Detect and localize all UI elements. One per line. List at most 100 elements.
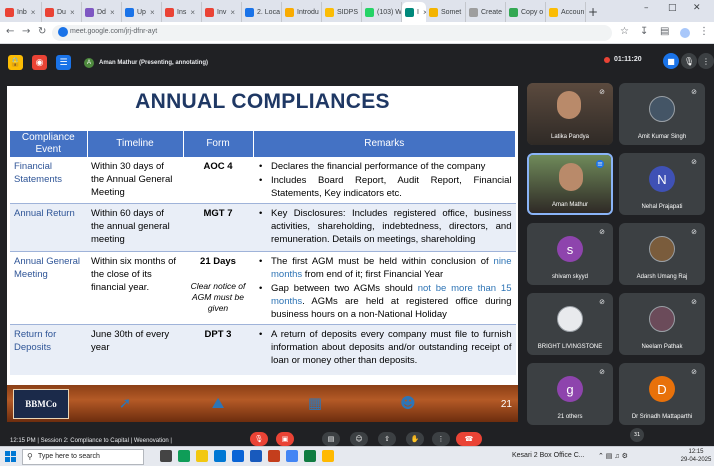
back-icon[interactable]: ←	[6, 26, 14, 37]
participant-tile[interactable]: ⊘ BRIGHT LIVINGSTONE	[527, 293, 613, 355]
browser-tab[interactable]: I ×	[402, 2, 426, 22]
tab-close-icon[interactable]: ×	[110, 8, 115, 17]
edge-icon[interactable]	[178, 450, 190, 462]
participant-avatar-photo	[649, 236, 675, 262]
powerpoint-icon[interactable]	[268, 450, 280, 462]
download-icon[interactable]: ↧	[640, 26, 648, 37]
form-cell: 21 Days Clear notice of AGM must be given	[183, 251, 253, 325]
mic-off-icon[interactable]: 🎙	[681, 53, 697, 69]
browser-tab[interactable]: Copy o×	[506, 2, 546, 22]
header-timeline: Timeline	[87, 131, 184, 157]
forward-icon[interactable]: →	[22, 26, 30, 37]
browser-tab[interactable]: SIDPS×	[322, 2, 362, 22]
timeline: Within 30 days of the Annual General Mee…	[87, 157, 183, 204]
muted-icon: ⊘	[691, 88, 697, 96]
bookmark-star-icon[interactable]: ☆	[620, 26, 629, 37]
excel-icon[interactable]	[304, 450, 316, 462]
minimize-window-button[interactable]: –	[644, 3, 649, 13]
header-form: Form	[183, 131, 254, 157]
participant-name: Latika Pandya	[550, 134, 590, 140]
more-actions-button[interactable]: ⋮	[432, 432, 450, 446]
participant-tile[interactable]: D ⊘ Dr Srinadh Mattaparthi	[619, 363, 705, 425]
browser-tab[interactable]: Dd ×	[82, 2, 122, 22]
tab-favicon-icon	[325, 7, 334, 17]
chrome-icon[interactable]	[286, 450, 298, 462]
word-icon[interactable]	[250, 450, 262, 462]
participant-name: BRIGHT LIVINGSTONE	[537, 344, 603, 350]
mail-icon[interactable]	[232, 450, 244, 462]
extensions-icon[interactable]: ▤	[660, 26, 669, 37]
form-cell: DPT 3	[183, 324, 253, 375]
tab-close-icon[interactable]: ×	[31, 8, 36, 17]
tab-close-icon[interactable]: ×	[190, 8, 195, 17]
lock-icon[interactable]: 🔒	[8, 55, 23, 70]
participant-tile[interactable]: ⊘ Amit Kumar Singh	[619, 83, 705, 145]
browser-tab[interactable]: Inb ×	[2, 2, 42, 22]
tab-close-icon[interactable]: ×	[70, 8, 75, 17]
more-options-icon[interactable]: ⋮	[698, 53, 714, 69]
tab-close-icon[interactable]: ×	[150, 8, 155, 17]
maximize-window-button[interactable]: □	[668, 3, 677, 13]
search-placeholder: Type here to search	[38, 453, 100, 460]
participant-tile[interactable]: s ⊘ shivam skyyd	[527, 223, 613, 285]
slide-number: 21	[500, 399, 512, 410]
remarks-cell: Declares the financial performance of th…	[253, 157, 516, 204]
task-view-icon[interactable]	[160, 450, 172, 462]
browser-menu-icon[interactable]: ⋮	[699, 26, 709, 37]
browser-tab[interactable]: Accoun×	[546, 2, 586, 22]
remark-text: Declares the financial performance of th…	[271, 161, 486, 172]
taskbar-clock[interactable]: 12:15 29-04-2025	[678, 448, 714, 464]
stop-presenting-button[interactable]: ■	[663, 53, 679, 69]
remark-text: The first AGM must be held within conclu…	[271, 256, 494, 267]
captions-button[interactable]: ▤	[322, 432, 340, 446]
reload-icon[interactable]: ↻	[38, 26, 46, 37]
browser-tab[interactable]: Somet×	[426, 2, 466, 22]
tab-favicon-icon	[205, 7, 214, 17]
tray-icons[interactable]: ⌃ ▤ ♫ ⚙	[598, 452, 628, 460]
camera-toggle-button[interactable]: ▣	[276, 432, 294, 446]
participant-tile[interactable]: g ⊘ 21 others	[527, 363, 613, 425]
participant-tile[interactable]: ⊘ Neelam Pathak	[619, 293, 705, 355]
browser-tab[interactable]: Up ×	[122, 2, 162, 22]
recording-dot-icon	[604, 56, 610, 63]
participant-initial-avatar: D	[649, 376, 675, 402]
participant-video-head	[559, 163, 583, 191]
participant-initial-avatar: s	[557, 236, 583, 262]
profile-avatar[interactable]	[680, 28, 690, 38]
browser-tab[interactable]: Du ×	[42, 2, 82, 22]
news-widget-text[interactable]: Kesari 2 Box Office C...	[512, 452, 585, 459]
site-info-icon[interactable]	[58, 27, 68, 37]
presenter-label: Aman Mathur (Presenting, annotating)	[99, 60, 209, 66]
emoji-button[interactable]: ☺	[350, 432, 368, 446]
present-button[interactable]: ⇧	[378, 432, 396, 446]
windows-start-icon[interactable]	[5, 451, 16, 462]
tab-close-icon[interactable]: ×	[230, 8, 235, 17]
participant-tile[interactable]: ⊘ Adarsh Umang Raj	[619, 223, 705, 285]
doc-icon[interactable]: ☰	[56, 55, 71, 70]
browser-tab[interactable]: Create×	[466, 2, 506, 22]
browser-tab[interactable]: Ins ×	[162, 2, 202, 22]
browser-tab[interactable]: 2. Loca×	[242, 2, 282, 22]
tab-label: I	[417, 8, 419, 16]
participant-tile[interactable]: N ⊘ Nehal Prajapati	[619, 153, 705, 215]
raise-hand-button[interactable]: ✋	[406, 432, 424, 446]
rocket-icon: ➚	[118, 394, 132, 412]
browser-tab[interactable]: Inv ×	[202, 2, 242, 22]
new-tab-button[interactable]: +	[586, 2, 600, 22]
browser-tab[interactable]: Introdu×	[282, 2, 322, 22]
participant-tile[interactable]: ≡ Aman Mathur	[527, 153, 613, 215]
address-bar[interactable]: meet.google.com/jrj-dfnr-ayt	[52, 25, 612, 41]
record-icon[interactable]: ◉	[32, 55, 47, 70]
settings-icon[interactable]	[322, 450, 334, 462]
close-window-button[interactable]: ✕	[693, 3, 701, 13]
participant-tile[interactable]: ⊘ Latika Pandya	[527, 83, 613, 145]
header-compliance-event: Compliance Event	[10, 131, 88, 157]
factory-icon: ⛰	[211, 394, 225, 412]
store-icon[interactable]	[214, 450, 226, 462]
browser-tab[interactable]: (103) W×	[362, 2, 402, 22]
taskbar-search-input[interactable]: ⚲ Type here to search	[22, 449, 144, 465]
tab-favicon-icon	[85, 7, 94, 17]
leave-call-button[interactable]: ☎	[456, 432, 482, 446]
file-explorer-icon[interactable]	[196, 450, 208, 462]
mic-toggle-button[interactable]: 🎙	[250, 432, 268, 446]
